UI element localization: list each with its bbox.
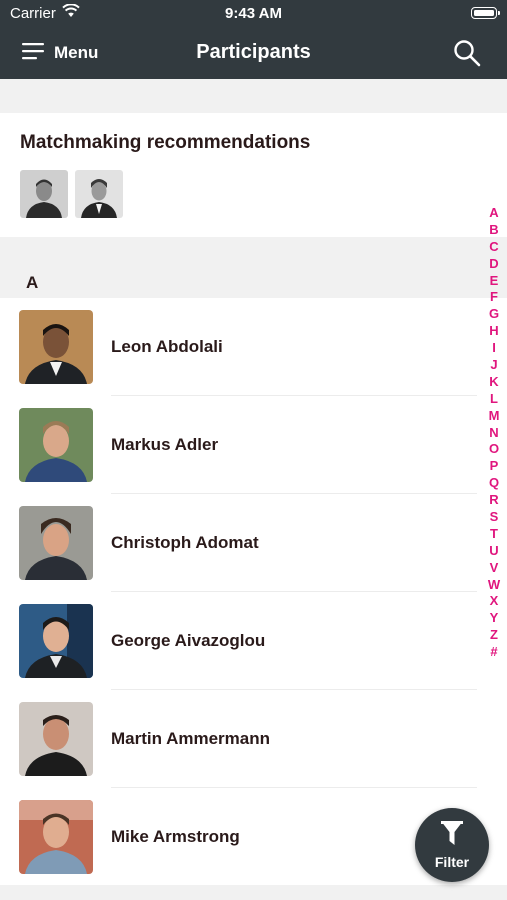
index-letter[interactable]: A	[486, 205, 502, 222]
filter-button[interactable]: Filter	[415, 808, 489, 882]
section-letter: A	[26, 273, 39, 292]
participant-name: Markus Adler	[111, 435, 219, 454]
battery-icon	[471, 7, 500, 19]
index-letter[interactable]: C	[486, 239, 502, 256]
navigation-bar: Menu Participants	[0, 28, 507, 79]
index-letter[interactable]: M	[486, 408, 502, 425]
index-letter[interactable]: G	[486, 306, 502, 323]
participant-row[interactable]: George Aivazoglou	[0, 592, 507, 690]
index-letter[interactable]: Z	[486, 627, 502, 644]
participant-row[interactable]: Leon Abdolali	[0, 298, 507, 396]
participant-name: Martin Ammermann	[111, 729, 271, 748]
matchmaking-avatar[interactable]	[75, 170, 123, 218]
bottom-band	[0, 885, 507, 900]
matchmaking-title: Matchmaking recommendations	[20, 132, 311, 153]
spacer-band	[0, 79, 507, 113]
filter-label: Filter	[434, 854, 470, 870]
participant-avatar	[19, 310, 93, 384]
participant-name: Christoph Adomat	[111, 533, 259, 552]
page-title: Participants	[196, 41, 311, 63]
participant-row[interactable]: Christoph Adomat	[0, 494, 507, 592]
index-letter[interactable]: T	[486, 526, 502, 543]
participant-avatar	[19, 800, 93, 874]
index-letter[interactable]: D	[486, 256, 502, 273]
index-letter[interactable]: I	[486, 340, 502, 357]
index-letter[interactable]: J	[486, 357, 502, 374]
search-button[interactable]	[453, 39, 481, 67]
index-letter[interactable]: N	[486, 425, 502, 442]
section-header: A	[0, 237, 507, 298]
index-letter[interactable]: X	[486, 593, 502, 610]
participant-row[interactable]: Markus Adler	[0, 396, 507, 494]
index-letter[interactable]: R	[486, 492, 502, 509]
index-letter[interactable]: U	[486, 543, 502, 560]
index-letter[interactable]: Y	[486, 610, 502, 627]
index-letter[interactable]: F	[486, 289, 502, 306]
matchmaking-avatar[interactable]	[20, 170, 68, 218]
status-bar: Carrier 9:43 AM	[0, 0, 507, 28]
alphabet-index[interactable]: A B C D E F G H I J K L M N O P Q R S T U V W X Y Z #	[486, 205, 502, 661]
top-bar: Carrier 9:43 AM Menu Participants	[0, 0, 507, 79]
index-letter[interactable]: S	[486, 509, 502, 526]
participant-row[interactable]: Martin Ammermann	[0, 690, 507, 788]
index-letter[interactable]: Q	[486, 475, 502, 492]
index-letter[interactable]: H	[486, 323, 502, 340]
filter-icon	[440, 820, 464, 853]
index-letter[interactable]: W	[486, 577, 502, 594]
participant-avatar	[19, 702, 93, 776]
index-letter[interactable]: K	[486, 374, 502, 391]
index-letter[interactable]: B	[486, 222, 502, 239]
index-letter[interactable]: V	[486, 560, 502, 577]
participant-avatar	[19, 506, 93, 580]
search-icon	[454, 40, 481, 67]
index-letter[interactable]: E	[486, 273, 502, 290]
participant-name: Leon Abdolali	[111, 337, 223, 356]
index-letter[interactable]: P	[486, 458, 502, 475]
participant-avatar	[19, 408, 93, 482]
participant-name: George Aivazoglou	[111, 631, 266, 650]
index-letter[interactable]: L	[486, 391, 502, 408]
status-time: 9:43 AM	[225, 5, 282, 22]
matchmaking-section: Matchmaking recommendations	[0, 113, 507, 237]
index-letter[interactable]: O	[486, 441, 502, 458]
participant-name: Mike Armstrong	[111, 827, 240, 846]
index-letter[interactable]: #	[486, 644, 502, 661]
participant-avatar	[19, 604, 93, 678]
